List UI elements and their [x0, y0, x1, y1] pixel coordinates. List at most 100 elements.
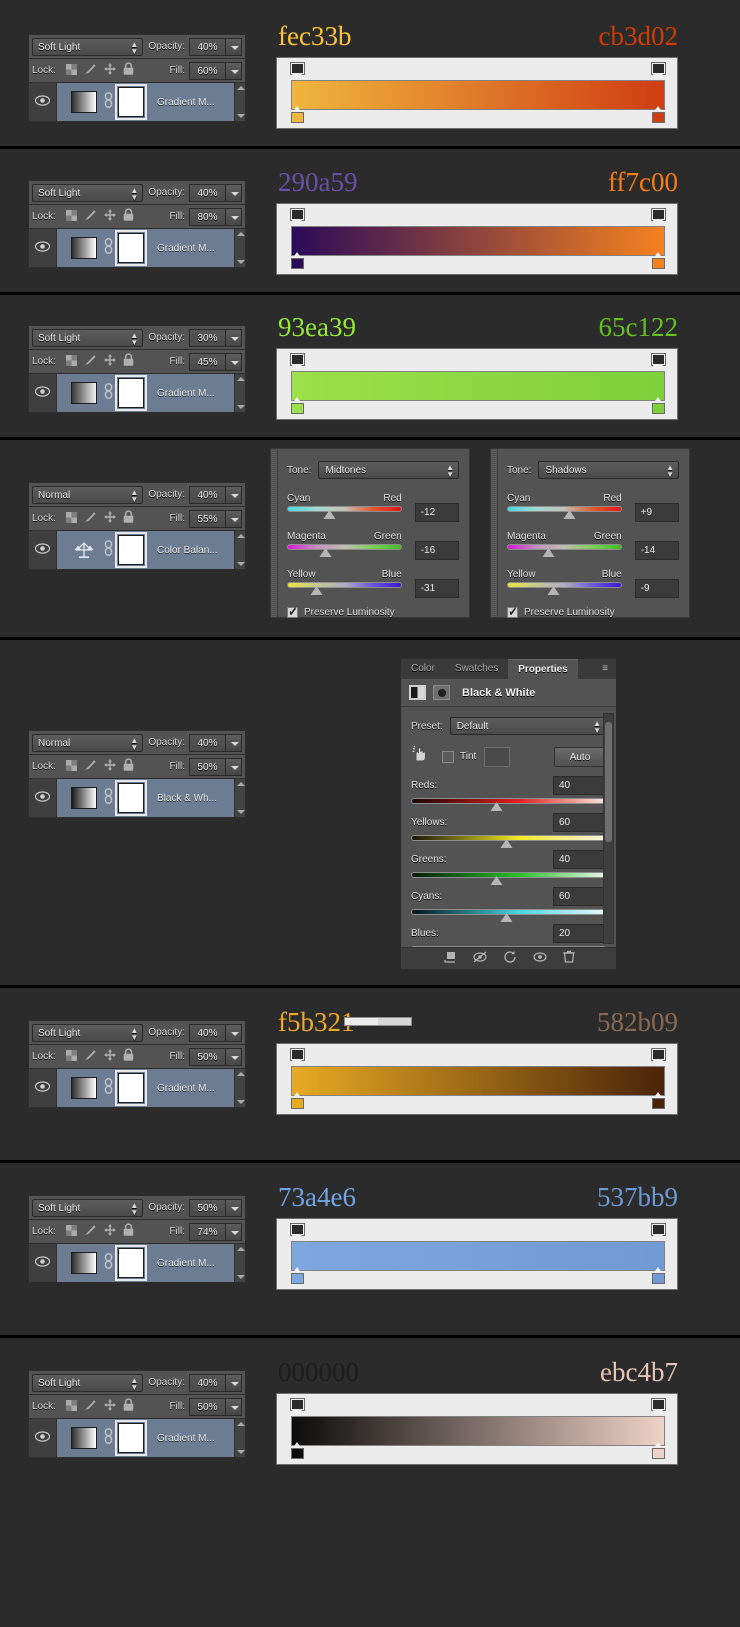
slider-value[interactable]: -16	[414, 541, 459, 560]
fill-value[interactable]: 45%	[189, 352, 225, 371]
opacity-value[interactable]: 40%	[189, 183, 225, 202]
opacity-stop-right[interactable]	[652, 63, 665, 81]
scrollbar-thumb[interactable]	[605, 722, 612, 842]
opacity-stop-left[interactable]	[291, 354, 304, 372]
color-stop-left[interactable]	[291, 106, 304, 123]
layer-mask-thumbnail[interactable]	[115, 1420, 147, 1456]
eye-icon[interactable]	[34, 541, 51, 559]
lock-all-icon[interactable]	[123, 207, 134, 226]
layer-mask-thumbnail[interactable]	[115, 375, 147, 411]
layer-thumbnail-icon[interactable]	[71, 382, 97, 404]
eye-icon[interactable]	[34, 93, 51, 111]
toggle-visibility-icon[interactable]	[532, 950, 547, 968]
tab-swatches[interactable]: Swatches	[445, 659, 508, 679]
slider-track[interactable]	[507, 582, 622, 595]
layer-mask-thumbnail[interactable]	[115, 84, 147, 120]
link-mask-icon[interactable]	[104, 91, 113, 113]
color-stop-left[interactable]	[291, 252, 304, 269]
opacity-value[interactable]: 30%	[189, 328, 225, 347]
properties-scrollbar[interactable]	[603, 713, 614, 944]
layer-row[interactable]: Gradient M...	[28, 1068, 246, 1108]
preserve-luminosity-row[interactable]: Preserve Luminosity	[287, 604, 459, 618]
fill-dropdown-button[interactable]	[225, 207, 242, 226]
layers-scrollbar[interactable]	[234, 1244, 245, 1282]
blend-mode-select[interactable]: Soft Light ▲ ▼	[32, 328, 144, 347]
color-stop-right[interactable]	[652, 1092, 665, 1109]
lock-all-icon[interactable]	[123, 509, 134, 528]
fill-value[interactable]: 74%	[189, 1222, 225, 1241]
layer-visibility-toggle[interactable]	[29, 1069, 57, 1107]
bw-channel-track[interactable]	[411, 909, 606, 922]
layer-row[interactable]: Gradient M...	[28, 228, 246, 268]
lock-image-pixels-icon[interactable]	[84, 208, 97, 226]
layer-mask-thumbnail[interactable]	[115, 230, 147, 266]
eye-icon[interactable]	[34, 1254, 51, 1272]
slider-knob[interactable]	[563, 510, 576, 519]
fill-value[interactable]: 50%	[189, 757, 225, 776]
slider-knob[interactable]	[323, 510, 336, 519]
gradient-preview-bar[interactable]	[291, 80, 665, 110]
lock-all-icon[interactable]	[123, 1047, 134, 1066]
lock-position-icon[interactable]	[103, 1048, 116, 1066]
fill-value[interactable]: 80%	[189, 207, 225, 226]
layer-row[interactable]: Gradient M...	[28, 1418, 246, 1458]
opacity-dropdown-button[interactable]	[225, 37, 242, 56]
slider-track[interactable]	[507, 506, 622, 519]
bw-channel-knob[interactable]	[500, 839, 513, 848]
blend-mode-select[interactable]: Soft Light ▲ ▼	[32, 1023, 144, 1042]
preserve-luminosity-checkbox[interactable]	[507, 604, 518, 618]
tab-color[interactable]: Color	[401, 659, 445, 679]
layer-visibility-toggle[interactable]	[29, 779, 57, 817]
opacity-dropdown-button[interactable]	[225, 733, 242, 752]
gradient-preview-bar[interactable]	[291, 1241, 665, 1271]
lock-all-icon[interactable]	[123, 352, 134, 371]
color-stop-right[interactable]	[652, 252, 665, 269]
link-mask-icon[interactable]	[104, 539, 113, 561]
tab-properties[interactable]: Properties	[508, 659, 578, 679]
color-stop-right[interactable]	[652, 397, 665, 414]
preserve-luminosity-checkbox[interactable]	[287, 604, 298, 618]
slider-knob[interactable]	[547, 586, 561, 595]
layers-scrollbar[interactable]	[234, 374, 245, 412]
blend-mode-select[interactable]: Normal ▲ ▼	[32, 733, 144, 752]
blend-mode-select[interactable]: Soft Light ▲ ▼	[32, 37, 144, 56]
slider-value[interactable]: -14	[634, 541, 679, 560]
gradient-strip[interactable]	[276, 203, 678, 275]
auto-button[interactable]: Auto	[554, 746, 606, 767]
bw-channel-knob[interactable]	[500, 913, 513, 922]
opacity-dropdown-button[interactable]	[225, 183, 242, 202]
slider-track[interactable]	[507, 544, 622, 557]
opacity-stop-right[interactable]	[652, 1399, 665, 1417]
lock-image-pixels-icon[interactable]	[84, 758, 97, 776]
layer-visibility-toggle[interactable]	[29, 374, 57, 412]
lock-image-pixels-icon[interactable]	[84, 353, 97, 371]
lock-transparent-pixels-icon[interactable]	[65, 62, 77, 80]
layer-thumbnail-icon[interactable]	[71, 237, 97, 259]
layer-visibility-toggle[interactable]	[29, 83, 57, 121]
fill-value[interactable]: 60%	[189, 61, 225, 80]
opacity-value[interactable]: 40%	[189, 733, 225, 752]
slider-track[interactable]	[287, 544, 402, 557]
layer-thumbnail-icon[interactable]	[71, 1427, 97, 1449]
slider-track[interactable]	[287, 506, 402, 519]
lock-transparent-pixels-icon[interactable]	[65, 1398, 77, 1416]
opacity-value[interactable]: 40%	[189, 1023, 225, 1042]
link-mask-icon[interactable]	[104, 1427, 113, 1449]
gradient-strip[interactable]	[276, 57, 678, 129]
color-stop-left[interactable]	[291, 1092, 304, 1109]
gradient-strip[interactable]	[276, 1043, 678, 1115]
lock-transparent-pixels-icon[interactable]	[65, 1048, 77, 1066]
layer-visibility-toggle[interactable]	[29, 531, 57, 569]
fill-dropdown-button[interactable]	[225, 1397, 242, 1416]
lock-position-icon[interactable]	[103, 208, 116, 226]
lock-all-icon[interactable]	[123, 1397, 134, 1416]
gradient-preview-bar[interactable]	[291, 226, 665, 256]
eye-icon[interactable]	[34, 1429, 51, 1447]
opacity-stop-right[interactable]	[652, 1049, 665, 1067]
color-balance-thumbnail-icon[interactable]	[71, 539, 97, 561]
color-stop-left[interactable]	[291, 1442, 304, 1459]
link-mask-icon[interactable]	[104, 1252, 113, 1274]
color-stop-left[interactable]	[291, 397, 304, 414]
lock-image-pixels-icon[interactable]	[84, 1223, 97, 1241]
bw-channel-track[interactable]	[411, 835, 606, 848]
